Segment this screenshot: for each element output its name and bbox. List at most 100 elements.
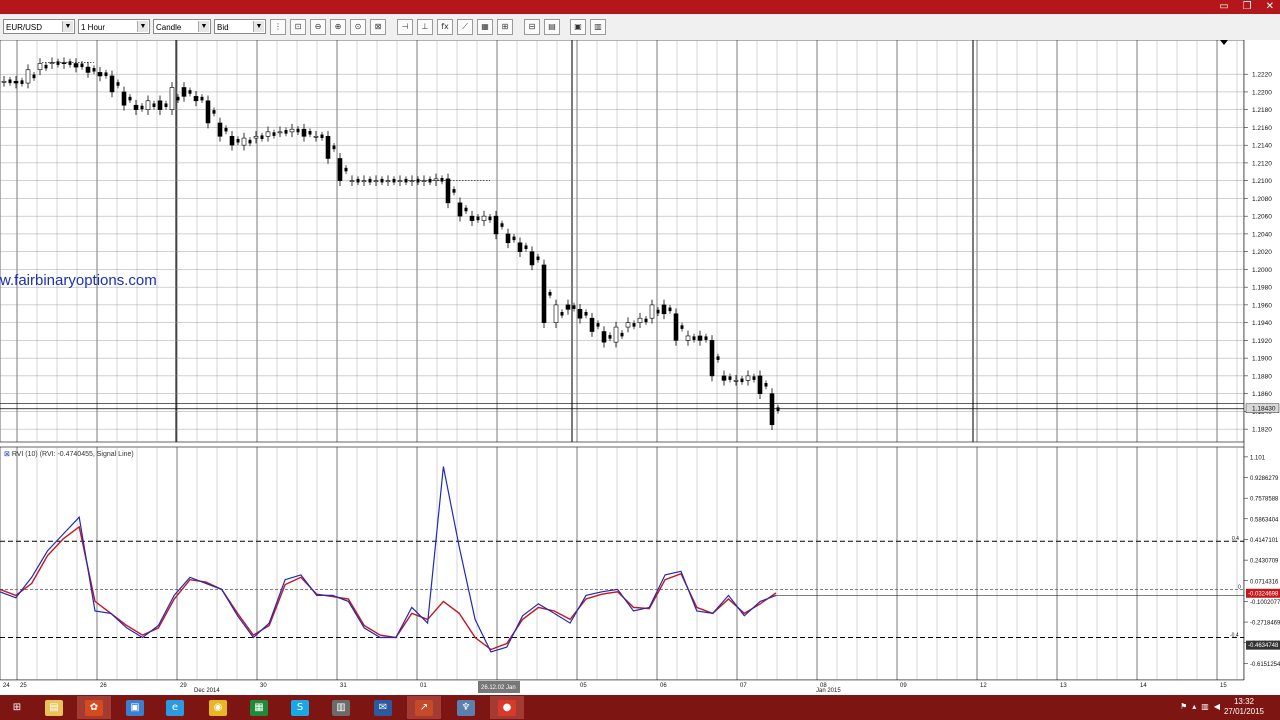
candle-body: [145, 100, 151, 110]
maximize-icon[interactable]: ❐: [1243, 0, 1252, 14]
candle-body: [25, 69, 31, 84]
candle-body: [596, 323, 600, 327]
time-tick-label: 24: [3, 683, 10, 689]
price-tick-label: 1.2120: [1252, 160, 1272, 167]
chart-canvas[interactable]: 1.2220 1.2200 1.2180 1.2160 1.2140 1.2120 1.21…: [0, 39, 1280, 695]
flag-icon[interactable]: ⚑: [1180, 702, 1187, 711]
fx-icon[interactable]: fx: [437, 19, 453, 35]
candle-body: [337, 158, 343, 181]
price-tick-label: 1.1880: [1252, 373, 1272, 380]
zero-level-label: 0: [1238, 584, 1241, 590]
time-tick-label: 25: [20, 683, 27, 689]
candle-body: [32, 74, 36, 79]
screen-recorder-icon[interactable]: ▣: [118, 696, 152, 719]
chevron-down-icon: ▼: [253, 21, 264, 32]
table-icon[interactable]: ▥: [590, 19, 606, 35]
internet-explorer-icon[interactable]: e: [158, 696, 192, 719]
candle-body: [577, 309, 583, 319]
timeframe-select-value: 1 Hour: [81, 23, 106, 32]
candle-body: [776, 407, 780, 411]
recorder-icon[interactable]: ●: [490, 696, 524, 719]
taskbar-clock[interactable]: 13:32 27/01/2015: [1224, 697, 1264, 717]
export-icon[interactable]: ▣: [570, 19, 586, 35]
price-tick-label: 1.1900: [1252, 356, 1272, 363]
close-icon[interactable]: ✕: [1266, 0, 1274, 14]
zoom-fit-icon[interactable]: ⊡: [290, 19, 306, 35]
candle-body: [560, 311, 564, 316]
candle-body: [464, 207, 468, 212]
network-tool-icon[interactable]: ♆: [449, 696, 483, 719]
candle-body: [56, 61, 60, 65]
chevron-up-icon[interactable]: ▴: [1192, 702, 1196, 711]
chrome-icon[interactable]: ◉: [201, 696, 235, 719]
calculator-icon[interactable]: ▥: [324, 696, 358, 719]
chart-area[interactable]: 1.2220 1.2200 1.2180 1.2160 1.2140 1.2120 1.21…: [0, 39, 1280, 695]
candle-body: [332, 145, 336, 150]
candle-body: [757, 375, 763, 394]
zoom-area-icon[interactable]: ⊠: [370, 19, 386, 35]
candle-body: [289, 128, 295, 133]
candle-body: [493, 215, 499, 235]
symbol-select[interactable]: EUR/USD ▼: [3, 19, 75, 34]
recorder-icon: ●: [498, 699, 516, 716]
candle-body: [313, 135, 319, 138]
candle-body: [200, 96, 204, 101]
candle-body: [205, 100, 211, 124]
time-axis-bg: [0, 680, 1280, 695]
file-explorer-icon[interactable]: ▤: [37, 696, 71, 719]
price-tick-label: 1.2200: [1252, 89, 1272, 96]
time-tick-label: 09: [900, 683, 907, 689]
candle-body: [181, 87, 187, 97]
candle-body: [217, 122, 223, 137]
candle-body: [152, 103, 156, 108]
spreadsheet-icon[interactable]: ▦: [242, 696, 276, 719]
candle-body: [680, 325, 684, 329]
candle-body: [272, 132, 276, 136]
chart-app-icon[interactable]: ↗: [407, 696, 441, 719]
candle-body: [85, 66, 91, 73]
candle-body: [116, 82, 120, 86]
candle-body: [301, 128, 307, 137]
chevron-down-icon: ▼: [137, 21, 148, 32]
start-icon[interactable]: ⊞: [0, 696, 34, 719]
network-icon[interactable]: ▥: [1201, 702, 1209, 711]
mail-icon[interactable]: ✉: [366, 696, 400, 719]
draw-line-icon[interactable]: ⊣: [397, 19, 413, 35]
calculator-icon[interactable]: ▦: [477, 19, 493, 35]
calculator-icon: ▥: [332, 699, 350, 716]
price-tick-label: 1.1940: [1252, 320, 1272, 327]
indicator-add-icon[interactable]: ⊞: [497, 19, 513, 35]
chart-type-select-value: Candle: [156, 23, 182, 32]
screen-recorder-icon: ▣: [126, 699, 144, 716]
candle-body: [440, 178, 444, 182]
candle-body: [673, 313, 679, 341]
chevron-down-icon: ▼: [62, 21, 73, 32]
skype-icon[interactable]: S: [283, 696, 317, 719]
grid-icon[interactable]: ▤: [544, 19, 560, 35]
candle-body: [385, 180, 391, 182]
trading-app-icon[interactable]: ✿: [77, 696, 111, 719]
indicator-remove-icon[interactable]: ⊟: [524, 19, 540, 35]
internet-explorer-icon: e: [166, 699, 184, 716]
price-side-select[interactable]: Bid ▼: [214, 19, 266, 34]
candle-body: [745, 375, 751, 381]
price-tick-label: 1.2020: [1252, 249, 1272, 256]
volume-icon[interactable]: ◀: [1214, 702, 1220, 711]
trendline-icon[interactable]: ⟋: [457, 19, 473, 35]
zoom-reset-icon[interactable]: ⊙: [350, 19, 366, 35]
chart-type-select[interactable]: Candle ▼: [153, 19, 211, 34]
indicator-tick-label: 0.2430709: [1250, 559, 1279, 565]
zoom-out-icon[interactable]: ⊖: [310, 19, 326, 35]
candle-body: [169, 87, 175, 110]
candle-body: [104, 72, 108, 76]
candle-body: [692, 336, 696, 340]
candle-body: [236, 138, 240, 143]
timeframe-select[interactable]: 1 Hour ▼: [78, 19, 150, 34]
minimize-icon[interactable]: ▭: [1219, 0, 1228, 14]
bars-icon[interactable]: ⋮: [270, 19, 286, 35]
symbol-select-value: EUR/USD: [6, 23, 43, 32]
zoom-in-icon[interactable]: ⊕: [330, 19, 346, 35]
vertical-line-icon[interactable]: ⊥: [417, 19, 433, 35]
candle-body: [481, 215, 487, 221]
candle-body: [541, 264, 547, 323]
